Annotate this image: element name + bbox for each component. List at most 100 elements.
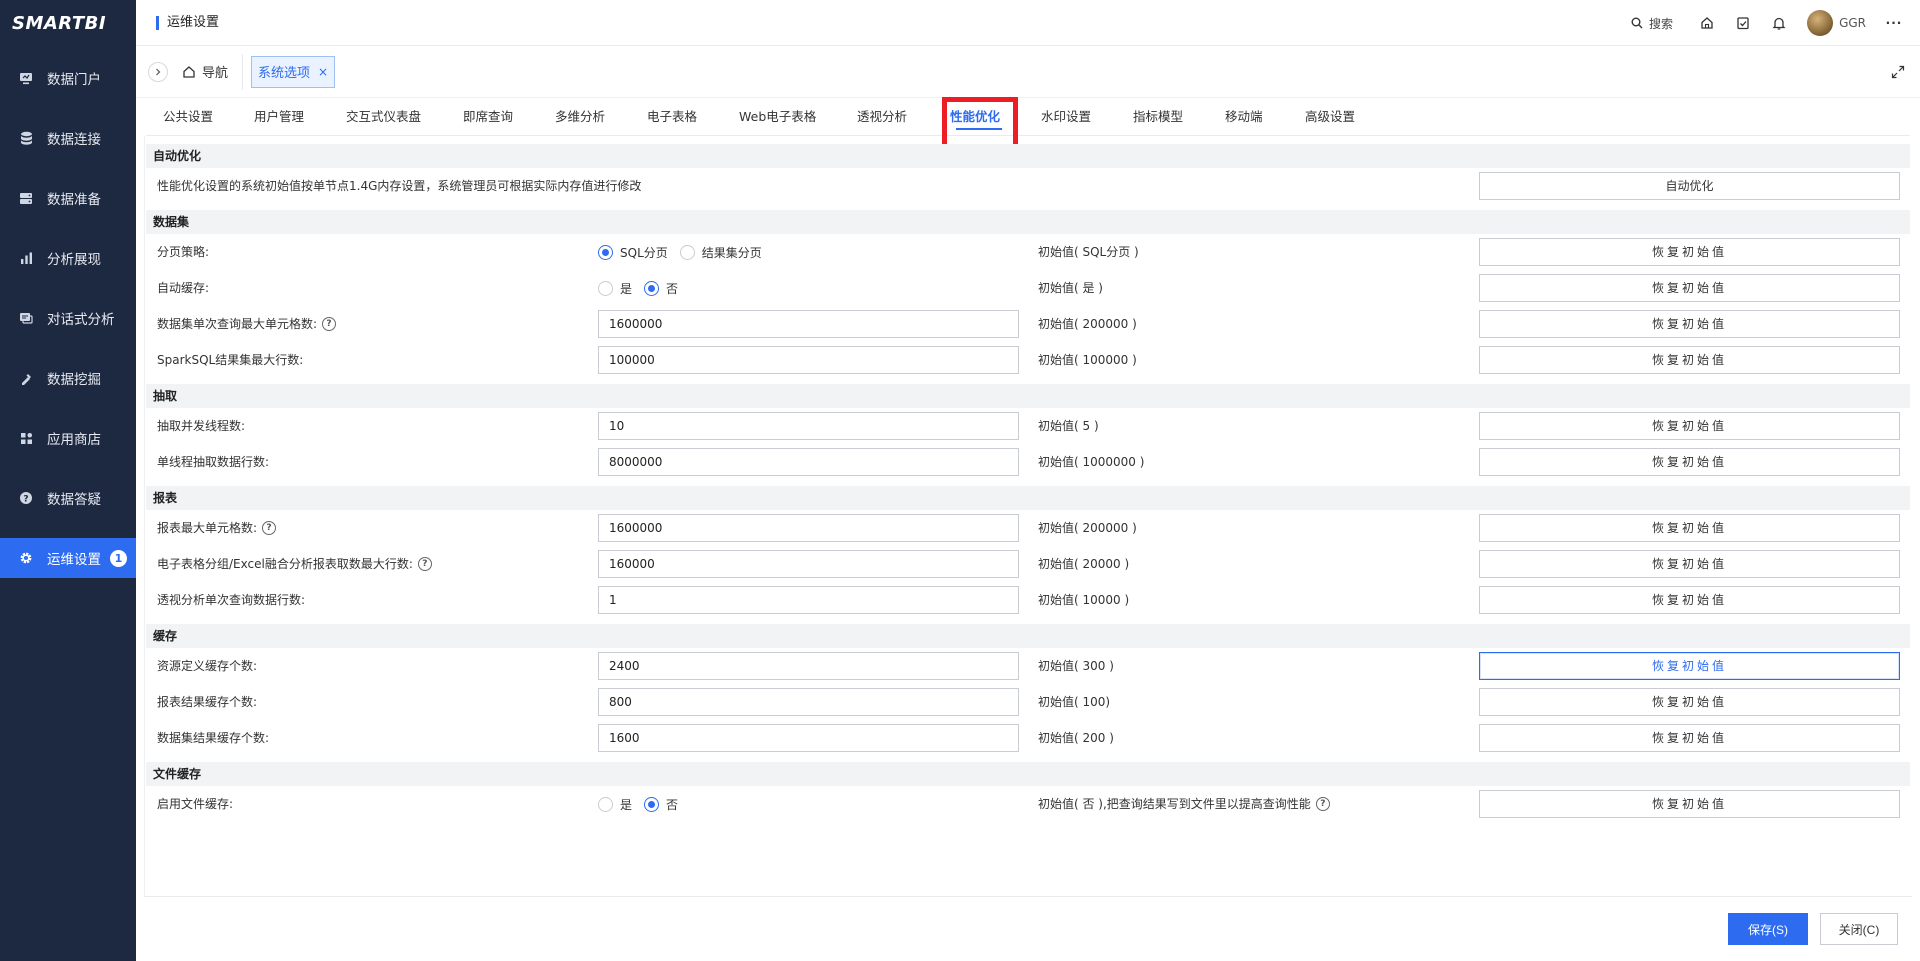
sidebar-item-conversational-analysis[interactable]: 对话式分析 <box>0 298 136 338</box>
username[interactable]: GGR <box>1839 16 1866 30</box>
report-result-cache-input[interactable] <box>598 688 1019 716</box>
radio-dot <box>644 796 660 812</box>
home-icon <box>1701 17 1713 29</box>
open-tab-system-options[interactable]: 系统选项 × <box>251 55 336 88</box>
tab-advanced-settings[interactable]: 高级设置 <box>1305 98 1355 136</box>
section-file-cache-title: 文件缓存 <box>146 762 1910 786</box>
sidebar-item-analysis[interactable]: 分析展现 <box>0 238 136 278</box>
checklist-icon <box>1737 17 1749 30</box>
setting-row-pivot-query-rows: 透视分析单次查询数据行数: 初始值( 10000 ) 恢复初始值 <box>146 582 1910 618</box>
tab-web-spreadsheet[interactable]: Web电子表格 <box>739 98 816 136</box>
input-wrapper <box>598 346 1019 374</box>
nav-toggle-button[interactable] <box>148 61 168 82</box>
tab-spreadsheet[interactable]: 电子表格 <box>647 98 697 136</box>
help-icon[interactable]: ? <box>322 317 337 331</box>
setting-label: SparkSQL结果集最大行数: <box>157 353 304 367</box>
restore-default-button[interactable]: 恢复初始值 <box>1479 310 1900 338</box>
dataset-result-cache-input[interactable] <box>598 724 1019 752</box>
tab-performance-optimization[interactable]: 性能优化 <box>950 98 1008 136</box>
radio-no[interactable]: 否 <box>644 796 678 813</box>
label-text: 数据集单次查询最大单元格数: <box>157 317 318 331</box>
sidebar-item-label: 数据挖掘 <box>47 372 101 388</box>
nav-home[interactable]: 导航 <box>182 53 244 90</box>
sidebar-item-data-preparation[interactable]: 数据准备 <box>0 178 136 218</box>
home-button[interactable] <box>1692 8 1722 38</box>
help-icon[interactable]: ? <box>417 557 432 571</box>
sidebar-item-label: 数据准备 <box>47 192 101 208</box>
restore-default-button[interactable]: 恢复初始值 <box>1479 514 1900 542</box>
tasks-button[interactable] <box>1728 8 1758 38</box>
notifications-button[interactable] <box>1764 8 1794 38</box>
radio-dot <box>644 280 660 296</box>
fullscreen-button[interactable] <box>1888 62 1908 82</box>
restore-default-button[interactable]: 恢复初始值 <box>1479 346 1900 374</box>
report-max-cells-input[interactable] <box>598 514 1019 542</box>
restore-default-button[interactable]: 恢复初始值 <box>1479 688 1900 716</box>
setting-row-dataset-result-cache: 数据集结果缓存个数: 初始值( 200 ) 恢复初始值 <box>146 720 1910 756</box>
dataset-max-cells-input[interactable] <box>598 310 1019 338</box>
initial-value: 初始值( 200 ) <box>1038 731 1114 745</box>
extract-threads-input[interactable] <box>598 412 1019 440</box>
restore-default-button[interactable]: 恢复初始值 <box>1479 790 1900 818</box>
restore-default-button[interactable]: 恢复初始值 <box>1479 652 1900 680</box>
initial-value: 初始值( 1000000 ) <box>1038 455 1145 469</box>
radio-dot <box>598 244 613 260</box>
tab-user-management[interactable]: 用户管理 <box>254 98 304 136</box>
save-button[interactable]: 保存(S) <box>1728 913 1808 945</box>
top-right-toolbar: 搜索 GGR ··· <box>1621 0 1920 46</box>
radio-no[interactable]: 否 <box>644 280 678 297</box>
setting-row-report-result-cache: 报表结果缓存个数: 初始值( 100) 恢复初始值 <box>146 684 1910 720</box>
tab-pivot-analysis[interactable]: 透视分析 <box>857 98 907 136</box>
sidebar-item-data-portal[interactable]: 数据门户 <box>0 58 136 98</box>
settings-content: 自动优化 性能优化设置的系统初始值按单节点1.4G内存设置，系统管理员可根据实际… <box>146 144 1910 822</box>
restore-default-button[interactable]: 恢复初始值 <box>1479 238 1900 266</box>
spreadsheet-max-rows-input[interactable] <box>598 550 1019 578</box>
setting-label: 资源定义缓存个数: <box>157 659 258 673</box>
resource-cache-input[interactable] <box>598 652 1019 680</box>
pivot-query-rows-input[interactable] <box>598 586 1019 614</box>
home-icon <box>183 65 195 78</box>
restore-default-button[interactable]: 恢复初始值 <box>1479 412 1900 440</box>
search-button[interactable]: 搜索 <box>1621 9 1683 37</box>
sidebar-item-app-store[interactable]: 应用商店 <box>0 418 136 458</box>
question-icon: ? <box>18 490 34 506</box>
close-icon[interactable]: × <box>318 65 328 79</box>
radio-label: 否 <box>666 281 679 296</box>
tab-olap-analysis[interactable]: 多维分析 <box>555 98 605 136</box>
sidebar-item-data-qa[interactable]: ? 数据答疑 <box>0 478 136 518</box>
tab-interactive-dashboard[interactable]: 交互式仪表盘 <box>346 98 421 136</box>
restore-default-button[interactable]: 恢复初始值 <box>1479 586 1900 614</box>
sidebar-item-label: 数据答疑 <box>47 492 101 508</box>
extract-rows-input[interactable] <box>598 448 1019 476</box>
more-options-button[interactable]: ··· <box>1880 9 1908 37</box>
tab-mobile[interactable]: 移动端 <box>1225 98 1263 136</box>
app-logo[interactable]: SMARTBI <box>0 0 136 46</box>
sidebar-item-ops-settings[interactable]: 运维设置 1 <box>0 538 136 578</box>
auto-optimize-button[interactable]: 自动优化 <box>1479 172 1900 200</box>
help-icon[interactable]: ? <box>262 521 277 535</box>
tab-watermark-settings[interactable]: 水印设置 <box>1041 98 1091 136</box>
tab-adhoc-query[interactable]: 即席查询 <box>463 98 513 136</box>
radio-yes[interactable]: 是 <box>598 280 632 297</box>
monitor-icon <box>18 70 34 86</box>
radio-sql-paging[interactable]: SQL分页 <box>598 244 668 261</box>
restore-default-button[interactable]: 恢复初始值 <box>1479 550 1900 578</box>
restore-default-button[interactable]: 恢复初始值 <box>1479 448 1900 476</box>
restore-default-button[interactable]: 恢复初始值 <box>1479 274 1900 302</box>
sidebar-item-data-mining[interactable]: 数据挖掘 <box>0 358 136 398</box>
radio-yes[interactable]: 是 <box>598 796 632 813</box>
restore-default-button[interactable]: 恢复初始值 <box>1479 724 1900 752</box>
avatar[interactable] <box>1807 10 1834 36</box>
setting-label: 报表结果缓存个数: <box>157 695 258 709</box>
setting-label: 抽取并发线程数: <box>157 419 246 433</box>
tab-public-settings[interactable]: 公共设置 <box>163 98 213 136</box>
radio-dot <box>598 280 613 296</box>
setting-row-paging-strategy: 分页策略: SQL分页 结果集分页 初始值( SQL分页 ) 恢复初始值 <box>146 234 1910 270</box>
close-button[interactable]: 关闭(C) <box>1820 913 1898 945</box>
help-icon[interactable]: ? <box>1315 797 1330 811</box>
sidebar-item-data-connection[interactable]: 数据连接 <box>0 118 136 158</box>
radio-resultset-paging[interactable]: 结果集分页 <box>679 244 762 261</box>
bell-icon <box>1772 17 1786 30</box>
sparksql-max-rows-input[interactable] <box>598 346 1019 374</box>
tab-metric-model[interactable]: 指标模型 <box>1133 98 1183 136</box>
